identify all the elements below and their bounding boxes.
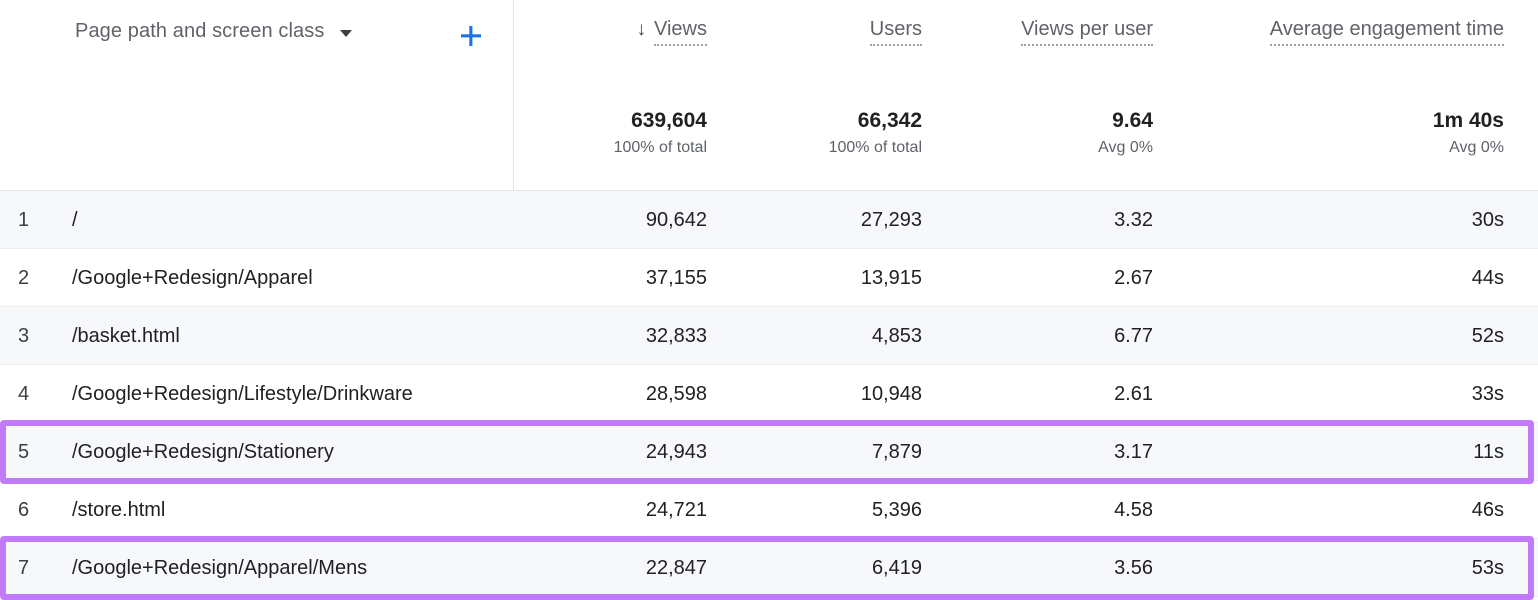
cell-views: 24,943 xyxy=(646,423,707,481)
total-subtext: 100% of total xyxy=(614,136,707,160)
total-views: 639,604 100% of total xyxy=(614,108,707,160)
chevron-down-icon[interactable] xyxy=(340,30,352,37)
plus-icon xyxy=(458,23,484,49)
row-index: 2 xyxy=(18,249,48,307)
cell-views: 24,721 xyxy=(646,481,707,539)
cell-users: 27,293 xyxy=(861,191,922,249)
cell-views-per-user: 3.17 xyxy=(1114,423,1153,481)
row-page-path[interactable]: /Google+Redesign/Lifestyle/Drinkware xyxy=(72,365,413,423)
cell-views: 22,847 xyxy=(646,539,707,597)
cell-views: 90,642 xyxy=(646,191,707,249)
cell-average-engagement-time: 52s xyxy=(1472,307,1504,365)
cell-users: 5,396 xyxy=(872,481,922,539)
column-header-label: Views per user xyxy=(1021,18,1153,46)
cell-views: 37,155 xyxy=(646,249,707,307)
row-page-path[interactable]: /store.html xyxy=(72,481,165,539)
total-subtext: Avg 0% xyxy=(1098,136,1153,160)
add-dimension-button[interactable] xyxy=(455,20,487,52)
table-row[interactable]: 4/Google+Redesign/Lifestyle/Drinkware 28,… xyxy=(0,365,1538,423)
row-page-path[interactable]: /basket.html xyxy=(72,307,180,365)
total-value: 66,342 xyxy=(829,108,922,134)
column-header-views[interactable]: ↓ Views xyxy=(637,18,708,46)
table-row[interactable]: 5/Google+Redesign/Stationery 24,943 7,879 3… xyxy=(0,423,1538,481)
table-row[interactable]: 2/Google+Redesign/Apparel 37,155 13,915 2.6… xyxy=(0,249,1538,307)
total-average-engagement-time: 1m 40s Avg 0% xyxy=(1433,108,1504,160)
column-header-users[interactable]: Users xyxy=(870,18,922,46)
total-value: 1m 40s xyxy=(1433,108,1504,134)
cell-average-engagement-time: 53s xyxy=(1472,539,1504,597)
row-page-path[interactable]: /Google+Redesign/Stationery xyxy=(72,423,334,481)
cell-users: 4,853 xyxy=(872,307,922,365)
table-row[interactable]: 7/Google+Redesign/Apparel/Mens 22,847 6,41… xyxy=(0,539,1538,597)
column-header-label: Users xyxy=(870,18,922,46)
total-users: 66,342 100% of total xyxy=(829,108,922,160)
row-index: 3 xyxy=(18,307,48,365)
cell-average-engagement-time: 46s xyxy=(1472,481,1504,539)
table-header: Page path and screen class ↓Views Users … xyxy=(0,0,1538,70)
cell-users: 13,915 xyxy=(861,249,922,307)
column-header-average-engagement-time[interactable]: Average engagement time xyxy=(1270,18,1504,46)
row-index: 7 xyxy=(18,539,48,597)
sort-desc-icon: ↓ xyxy=(637,19,647,41)
total-value: 639,604 xyxy=(614,108,707,134)
dimension-selector[interactable]: Page path and screen class xyxy=(75,20,352,43)
cell-views-per-user: 2.61 xyxy=(1114,365,1153,423)
cell-views: 32,833 xyxy=(646,307,707,365)
cell-average-engagement-time: 30s xyxy=(1472,191,1504,249)
total-views-per-user: 9.64 Avg 0% xyxy=(1098,108,1153,160)
cell-views-per-user: 4.58 xyxy=(1114,481,1153,539)
totals-row: 639,604 100% of total 66,342 100% of tot… xyxy=(0,108,1538,188)
cell-average-engagement-time: 33s xyxy=(1472,365,1504,423)
cell-users: 7,879 xyxy=(872,423,922,481)
total-subtext: Avg 0% xyxy=(1433,136,1504,160)
table-body: 1/90,64227,2933.3230s2/Google+Redesign/A… xyxy=(0,191,1538,597)
cell-views: 28,598 xyxy=(646,365,707,423)
column-header-views-per-user[interactable]: Views per user xyxy=(1021,18,1153,46)
column-header-label: Views xyxy=(654,18,707,46)
row-page-path[interactable]: / xyxy=(72,191,78,249)
row-page-path[interactable]: /Google+Redesign/Apparel/Mens xyxy=(72,539,367,597)
total-value: 9.64 xyxy=(1098,108,1153,134)
cell-views-per-user: 2.67 xyxy=(1114,249,1153,307)
cell-average-engagement-time: 44s xyxy=(1472,249,1504,307)
column-header-label: Average engagement time xyxy=(1270,18,1504,46)
dimension-label: Page path and screen class xyxy=(75,20,324,43)
row-index: 4 xyxy=(18,365,48,423)
row-index: 5 xyxy=(18,423,48,481)
total-subtext: 100% of total xyxy=(829,136,922,160)
table-row[interactable]: 3/basket.html 32,833 4,853 6.77 52s xyxy=(0,307,1538,365)
table-row[interactable]: 1 / 90,642 27,293 3.32 30s xyxy=(0,191,1538,249)
cell-users: 6,419 xyxy=(872,539,922,597)
cell-users: 10,948 xyxy=(861,365,922,423)
row-page-path[interactable]: /Google+Redesign/Apparel xyxy=(72,249,313,307)
cell-views-per-user: 6.77 xyxy=(1114,307,1153,365)
cell-views-per-user: 3.56 xyxy=(1114,539,1153,597)
row-index: 6 xyxy=(18,481,48,539)
cell-average-engagement-time: 11s xyxy=(1473,423,1504,481)
row-index: 1 xyxy=(18,191,48,249)
table-row[interactable]: 6/store.html 24,721 5,396 4.58 46s xyxy=(0,481,1538,539)
analytics-data-table: Page path and screen class ↓Views Users … xyxy=(0,0,1538,600)
cell-views-per-user: 3.32 xyxy=(1114,191,1153,249)
